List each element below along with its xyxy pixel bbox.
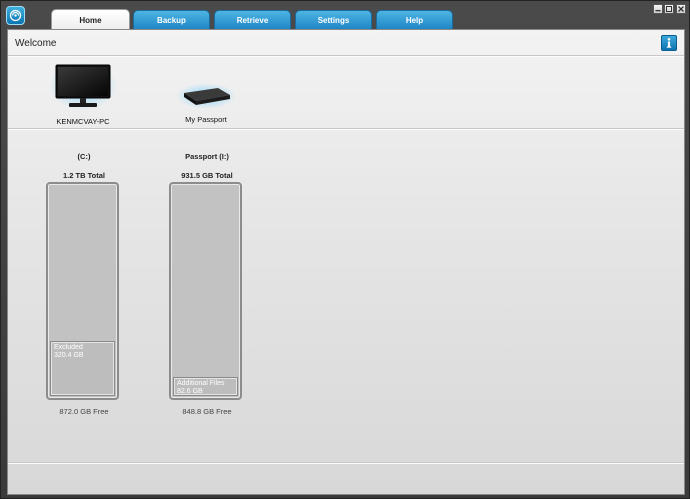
external-drive-icon: [176, 83, 236, 109]
segment-label: Excluded: [54, 344, 83, 351]
excluded-segment[interactable]: Excluded 320.4 GB: [50, 341, 115, 396]
segment-size: 82.6 GB: [177, 388, 203, 395]
drive-total: 931.5 GB Total: [181, 171, 233, 180]
tab-help[interactable]: Help: [376, 10, 453, 29]
divider: [8, 55, 684, 57]
wd-logo-icon: [6, 6, 25, 25]
drive-usage-bar[interactable]: Additional Files 82.6 GB: [169, 182, 242, 400]
main-panel: Welcome KENMCVAY-PC My Passport (C:) 1.2…: [7, 29, 685, 495]
close-button[interactable]: [676, 4, 686, 14]
monitor-icon: [49, 62, 117, 110]
app-window: Home Backup Retrieve Settings Help Welco…: [0, 0, 690, 499]
drive-name: Passport (I:): [185, 152, 229, 161]
page-title: Welcome: [15, 38, 57, 49]
divider: [8, 462, 684, 464]
drive-free: 848.8 GB Free: [182, 407, 232, 416]
device-label: My Passport: [185, 115, 227, 124]
minimize-button[interactable]: [653, 4, 663, 14]
minimize-icon: [655, 10, 661, 12]
segment-label: Additional Files: [177, 380, 225, 387]
tab-backup[interactable]: Backup: [133, 10, 210, 29]
drive-name: (C:): [77, 152, 91, 161]
drive-free: 872.0 GB Free: [59, 407, 109, 416]
segment-size: 320.4 GB: [54, 352, 84, 359]
tab-home[interactable]: Home: [51, 9, 130, 30]
additional-files-segment[interactable]: Additional Files 82.6 GB: [173, 377, 238, 396]
device-label: KENMCVAY-PC: [56, 117, 110, 126]
close-icon: [678, 6, 684, 12]
info-icon: [666, 38, 672, 48]
drive-usage-bar[interactable]: Excluded 320.4 GB: [46, 182, 119, 400]
divider: [8, 128, 684, 130]
maximize-icon: [666, 6, 672, 12]
drive-total: 1.2 TB Total: [63, 171, 105, 180]
tab-retrieve[interactable]: Retrieve: [214, 10, 291, 29]
tab-settings[interactable]: Settings: [295, 10, 372, 29]
maximize-button[interactable]: [664, 4, 674, 14]
device-passport[interactable]: My Passport: [166, 80, 246, 124]
info-button[interactable]: [661, 35, 677, 51]
device-computer[interactable]: KENMCVAY-PC: [42, 62, 124, 126]
